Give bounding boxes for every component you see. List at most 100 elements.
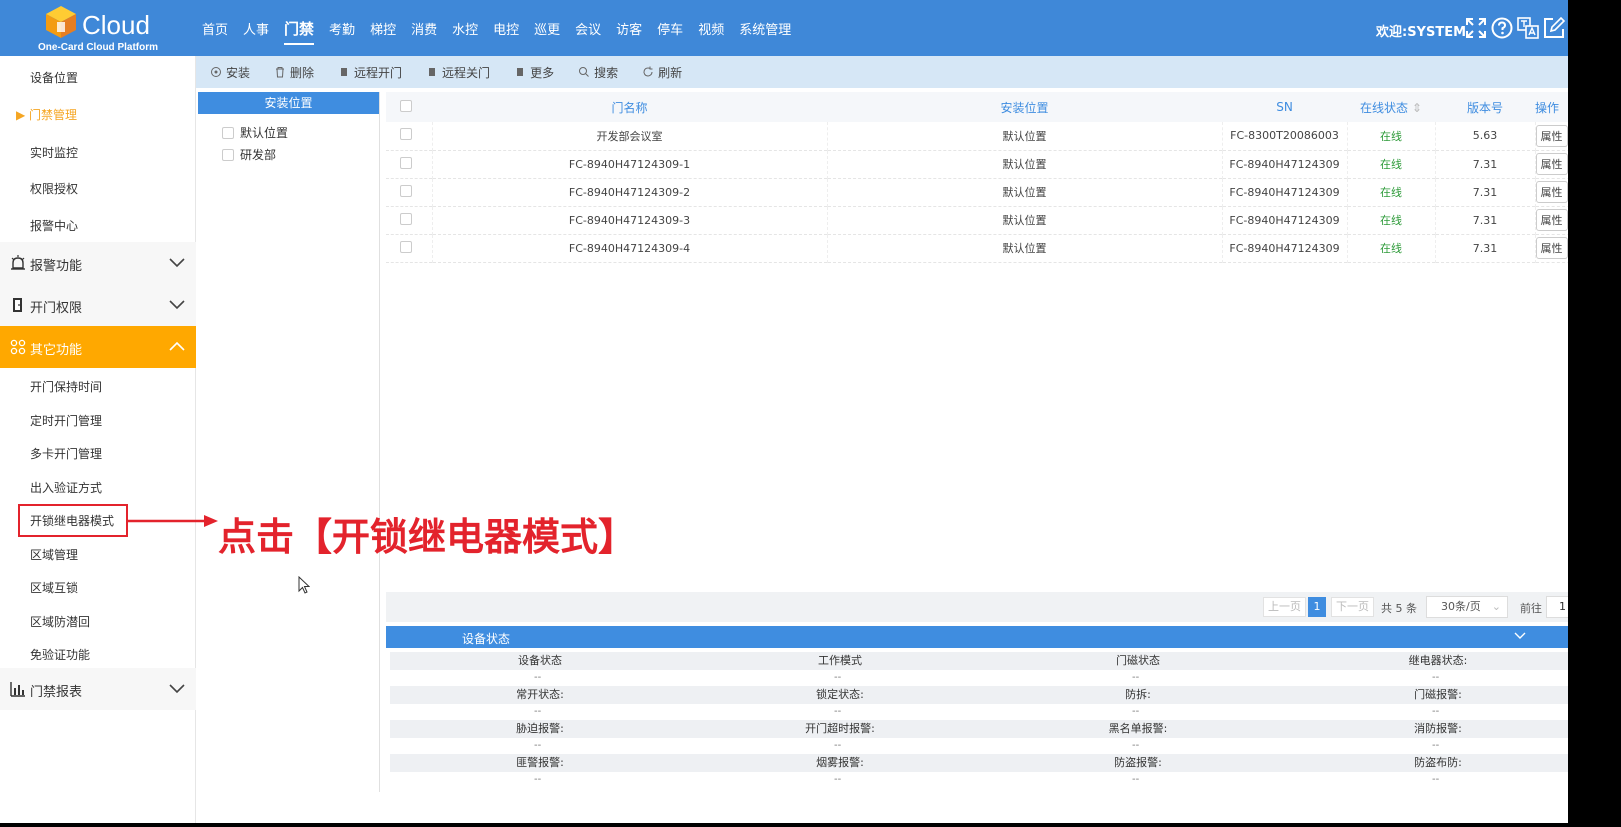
- page-size-select[interactable]: 30条/页 ⌄: [1426, 596, 1508, 618]
- row-checkbox[interactable]: [399, 212, 412, 225]
- row-checkbox[interactable]: [399, 240, 412, 253]
- location-item-default[interactable]: 默认位置: [222, 124, 288, 141]
- device-status-label: 防盗布防:: [1414, 756, 1462, 769]
- nav-item-7[interactable]: 电控: [493, 15, 519, 42]
- nav-item-3[interactable]: 考勤: [329, 15, 355, 42]
- sidebar-group-other-functions[interactable]: 其它功能: [0, 326, 196, 368]
- device-status-value: --: [1132, 740, 1140, 751]
- table-row[interactable]: FC-8940H47124309-4 默认位置 FC-8940H47124309 在线…: [386, 234, 1568, 262]
- bar-chart-icon: [10, 682, 25, 697]
- sidebar-item-device-location[interactable]: 设备位置: [30, 69, 78, 86]
- sidebar-item-alarm-center[interactable]: 报警中心: [30, 217, 78, 234]
- properties-button[interactable]: 属性: [1535, 181, 1568, 203]
- table-row[interactable]: 开发部会议室 默认位置 FC-8300T20086003 在线 5.63 属性: [386, 122, 1568, 150]
- table-row[interactable]: FC-8940H47124309-2 默认位置 FC-8940H47124309 在线…: [386, 178, 1568, 206]
- sidebar-item-realtime-monitor[interactable]: 实时监控: [30, 144, 78, 161]
- version-cell: 7.31: [1435, 234, 1536, 262]
- properties-button[interactable]: 属性: [1535, 153, 1568, 175]
- device-status-bar[interactable]: 设备状态: [386, 626, 1568, 648]
- edit-icon[interactable]: [1543, 17, 1565, 39]
- sidebar-item-authorization[interactable]: 权限授权: [30, 180, 78, 197]
- actions-cell: 属性: [1535, 122, 1568, 150]
- sidebar-item-multi-card-open[interactable]: 多卡开门管理: [30, 445, 102, 462]
- refresh-button[interactable]: 刷新: [642, 64, 682, 81]
- sn-cell: FC-8940H47124309: [1222, 206, 1348, 234]
- device-status-label: 锁定状态:: [816, 688, 864, 701]
- sidebar-item-area-management[interactable]: 区域管理: [30, 546, 78, 563]
- checkbox[interactable]: [222, 126, 234, 139]
- sidebar-item-access-management[interactable]: ▶ 门禁管理: [16, 106, 77, 123]
- delete-button[interactable]: 删除: [274, 64, 314, 81]
- row-checkbox[interactable]: [399, 156, 412, 169]
- location-label: 默认位置: [240, 126, 289, 140]
- nav-item-4[interactable]: 梯控: [370, 15, 396, 42]
- properties-button[interactable]: 属性: [1535, 209, 1568, 231]
- col-install-location[interactable]: 安装位置: [827, 92, 1222, 122]
- remote-open-button[interactable]: 远程开门: [338, 64, 402, 81]
- install-button[interactable]: 安装: [210, 64, 250, 81]
- remote-close-button[interactable]: 远程关门: [426, 64, 490, 81]
- search-button[interactable]: 搜索: [578, 64, 618, 81]
- table-row[interactable]: FC-8940H47124309-3 默认位置 FC-8940H47124309 在线…: [386, 206, 1568, 234]
- sidebar-item-door-hold-time[interactable]: 开门保持时间: [30, 378, 102, 395]
- location-item-rnd[interactable]: 研发部: [222, 146, 276, 163]
- device-status-value: --: [1432, 706, 1440, 717]
- nav-item-1[interactable]: 人事: [243, 15, 269, 42]
- nav-item-6[interactable]: 水控: [452, 15, 478, 42]
- nav-item-8[interactable]: 巡更: [534, 15, 560, 42]
- device-status-value: --: [534, 706, 542, 717]
- nav-item-11[interactable]: 停车: [657, 15, 683, 42]
- col-sn[interactable]: SN: [1222, 92, 1347, 122]
- nav-item-9[interactable]: 会议: [575, 15, 601, 42]
- refresh-label: 刷新: [658, 65, 683, 80]
- col-online-status[interactable]: 在线状态 ⇕: [1347, 92, 1435, 122]
- properties-button[interactable]: 属性: [1535, 237, 1568, 259]
- row-select-cell: [386, 150, 433, 178]
- nav-item-10[interactable]: 访客: [616, 15, 642, 42]
- top-nav: 首页 人事 门禁 考勤 梯控 消费 水控 电控 巡更 会议 访客 停车 视频 系统管理: [202, 0, 806, 56]
- door-icon: [13, 298, 22, 312]
- more-button[interactable]: 更多: [514, 64, 554, 81]
- properties-button[interactable]: 属性: [1535, 124, 1568, 147]
- next-page-button[interactable]: 下一页: [1331, 597, 1374, 617]
- help-icon[interactable]: [1491, 17, 1513, 39]
- row-checkbox[interactable]: [399, 184, 412, 197]
- sidebar-item-no-verify[interactable]: 免验证功能: [30, 646, 90, 663]
- col-door-name[interactable]: 门名称: [432, 92, 827, 122]
- translate-icon[interactable]: [1517, 17, 1539, 39]
- goto-input[interactable]: 1: [1546, 596, 1568, 618]
- select-all-checkbox[interactable]: [400, 99, 412, 112]
- sidebar-item-area-antipassback[interactable]: 区域防潜回: [30, 613, 90, 630]
- nav-item-0[interactable]: 首页: [202, 15, 228, 42]
- sidebar-item-label: 门禁管理: [29, 108, 78, 122]
- sidebar-item-area-interlock[interactable]: 区域互锁: [30, 579, 78, 596]
- select-all-cell: [386, 92, 432, 122]
- sidebar-group-alarm[interactable]: 报警功能: [0, 242, 196, 284]
- chevron-down-icon[interactable]: [1514, 631, 1526, 641]
- sidebar-item-verify-method[interactable]: 出入验证方式: [30, 479, 102, 496]
- fullscreen-icon[interactable]: [1465, 17, 1487, 39]
- nav-item-5[interactable]: 消费: [411, 15, 437, 42]
- sidebar-group-door-permission[interactable]: 开门权限: [0, 284, 196, 326]
- checkbox[interactable]: [222, 148, 234, 161]
- online-status-cell: 在线: [1347, 122, 1436, 150]
- sn-cell: FC-8940H47124309: [1222, 234, 1348, 262]
- sidebar-group-access-report[interactable]: 门禁报表: [0, 668, 196, 710]
- device-status-value: --: [1432, 774, 1440, 785]
- row-select-cell: [386, 122, 433, 150]
- toolbar: 安装 删除 远程开门 远程关门 更多 搜索 刷新: [196, 56, 1568, 88]
- door-name-cell: FC-8940H47124309-3: [432, 206, 828, 234]
- row-checkbox[interactable]: [399, 128, 412, 141]
- nav-item-2[interactable]: 门禁: [284, 14, 315, 45]
- current-page[interactable]: 1: [1308, 597, 1326, 617]
- prev-page-button[interactable]: 上一页: [1263, 597, 1306, 617]
- table-row[interactable]: FC-8940H47124309-1 默认位置 FC-8940H47124309 在线…: [386, 150, 1568, 178]
- nav-item-13[interactable]: 系统管理: [739, 15, 791, 42]
- sort-icon[interactable]: ⇕: [1412, 101, 1422, 115]
- col-version[interactable]: 版本号: [1435, 92, 1535, 122]
- sidebar-item-scheduled-open[interactable]: 定时开门管理: [30, 412, 102, 429]
- annotation-arrow-icon: [128, 515, 218, 527]
- online-status-cell: 在线: [1347, 206, 1436, 234]
- nav-item-12[interactable]: 视频: [698, 15, 724, 42]
- sn-cell: FC-8940H47124309: [1222, 150, 1348, 178]
